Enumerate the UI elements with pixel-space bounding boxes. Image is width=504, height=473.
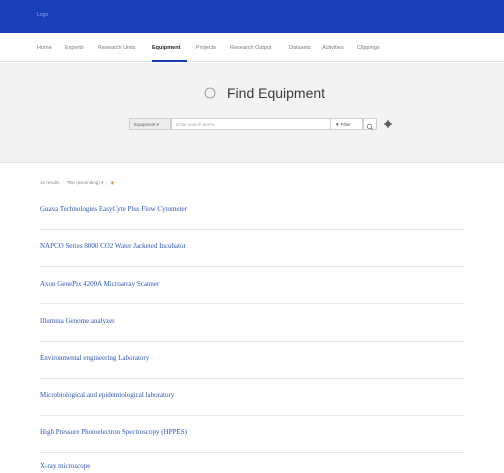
rss-icon[interactable]: ◉	[110, 180, 114, 185]
result-item[interactable]: Guava Technologies EasyCyte Plus Flow Cy…	[40, 205, 464, 213]
active-tab-indicator	[152, 60, 187, 62]
nav-item-experts[interactable]: Experts	[65, 45, 84, 51]
equipment-icon	[204, 87, 216, 99]
site-logo[interactable]: Logo	[37, 12, 48, 18]
search-input[interactable]: Enter search terms...	[171, 118, 331, 130]
result-item[interactable]: NAPCO Series 8000 CO2 Water Jacketed Inc…	[40, 242, 464, 250]
sort-dropdown[interactable]: Title (ascending) ▾	[67, 180, 104, 185]
nav-item-home[interactable]: Home	[37, 45, 52, 51]
nav-item-research-units[interactable]: Research Units	[98, 45, 136, 51]
result-item[interactable]: X-ray microscope	[40, 462, 464, 470]
page-title: Find Equipment	[227, 85, 326, 101]
nav-item-research-output[interactable]: Research Output	[230, 45, 272, 51]
divider	[40, 303, 464, 304]
divider	[40, 229, 464, 230]
nav-item-activities[interactable]: Activities	[322, 45, 344, 51]
divider	[40, 266, 464, 267]
divider	[40, 415, 464, 416]
divider	[40, 378, 464, 379]
nav-item-clippings[interactable]: Clippings	[357, 45, 380, 51]
nav-item-datasets[interactable]: Datasets	[289, 45, 311, 51]
results-toolbar: 12 results | Title (ascending) ▾ | ◉	[40, 180, 115, 185]
result-item[interactable]: Illumina Genome analyzer	[40, 317, 464, 325]
result-item[interactable]: Environmental engineering Laboratory	[40, 354, 464, 362]
search-hero	[0, 63, 504, 163]
nav-item-equipment[interactable]: Equipment	[152, 45, 180, 51]
result-item[interactable]: Microbiological and epidemiological labo…	[40, 391, 464, 399]
main-navigation: Home Experts Research Units Equipment Pr…	[0, 33, 504, 62]
results-count: 12 results	[40, 180, 60, 185]
result-item[interactable]: High Pressure Photoelectron Spectroscopy…	[40, 428, 464, 436]
nav-item-projects[interactable]: Projects	[196, 45, 216, 51]
result-item[interactable]: Axon GenePix 4200A Microarray Scanner	[40, 280, 464, 288]
divider	[40, 452, 464, 453]
search-icon	[366, 123, 374, 131]
search-button[interactable]	[363, 118, 377, 131]
search-type-dropdown[interactable]: Equipment ▾	[129, 118, 171, 130]
top-bar: Logo	[0, 0, 504, 33]
gear-icon[interactable]	[383, 119, 393, 129]
divider	[40, 341, 464, 342]
filter-button[interactable]: ▼ Filter	[331, 118, 363, 130]
